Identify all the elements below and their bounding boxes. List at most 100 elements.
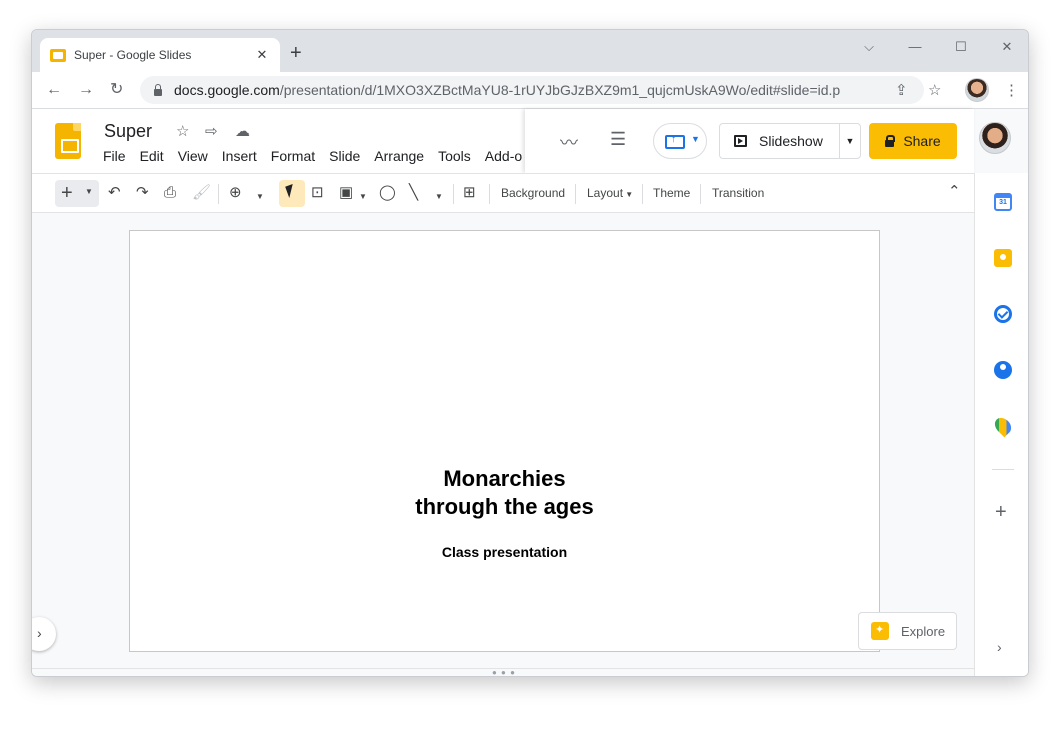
text-box-icon[interactable]: ⊡ [311, 184, 324, 202]
lock-icon [885, 134, 896, 147]
url-path: /presentation/d/1MXO3XZBctMaYU8-1rUYJbGJ… [279, 82, 841, 98]
toolbar-divider [642, 184, 643, 204]
zoom-icon[interactable]: ⊕ [229, 184, 242, 202]
account-avatar[interactable] [979, 122, 1011, 154]
undo-icon[interactable]: ↶ [108, 184, 121, 202]
toolbar-divider [453, 184, 454, 204]
layout-button[interactable]: Layout ▼ [587, 186, 633, 200]
navigation-bar: ← → ↻ docs.google.com/presentation/d/1MX… [32, 72, 1028, 109]
explore-button[interactable]: Explore [858, 612, 957, 650]
address-bar[interactable]: docs.google.com/presentation/d/1MXO3XZBc… [140, 76, 924, 104]
lock-icon[interactable] [154, 83, 162, 96]
expand-panel-chevron-right-icon[interactable]: › [997, 639, 1002, 655]
menu-arrange[interactable]: Arrange [367, 148, 431, 164]
share-page-icon[interactable]: ⇪ [895, 81, 908, 99]
chevron-down-icon: ▼ [691, 134, 700, 144]
browser-tab[interactable]: Super - Google Slides ✕ [40, 38, 280, 72]
paint-format-icon[interactable]: 🖌 [192, 184, 211, 202]
slideshow-button[interactable]: Slideshow [720, 124, 840, 158]
close-tab-icon[interactable]: ✕ [254, 47, 270, 63]
notes-resize-handle[interactable]: ● ● ● [492, 668, 516, 676]
get-addons-plus-icon[interactable]: + [995, 501, 1007, 524]
redo-icon[interactable]: ↷ [136, 184, 149, 202]
line-icon[interactable]: ╲ [409, 184, 418, 202]
menu-addons[interactable]: Add-o [478, 148, 529, 164]
comments-icon[interactable]: ☰ [610, 129, 626, 150]
slides-favicon-icon [50, 48, 66, 62]
present-to-meeting-button[interactable]: ▼ [653, 123, 707, 159]
tab-search-icon[interactable]: ⌵ [851, 38, 887, 56]
menu-slide[interactable]: Slide [322, 148, 367, 164]
play-icon [734, 135, 747, 147]
transition-button[interactable]: Transition [712, 186, 764, 200]
keep-icon[interactable] [994, 249, 1012, 267]
toolbar-divider [575, 184, 576, 204]
editing-toolbar: + ▼ ↶ ↷ ⎙ 🖌 ⊕ ▼ ⊡ ▣ ▼ ◯ ╲ ▼ ⊞ Background… [32, 173, 974, 213]
menu-bar: File Edit View Insert Format Slide Arran… [103, 148, 529, 164]
slide-canvas: Monarchies through the ages Class presen… [32, 213, 974, 676]
menu-view[interactable]: View [171, 148, 215, 164]
chevron-down-icon[interactable]: ▼ [85, 187, 93, 196]
back-arrow-icon[interactable]: ← [46, 81, 62, 99]
maps-icon[interactable] [991, 414, 1015, 438]
star-icon[interactable]: ☆ [176, 122, 189, 140]
minimize-button[interactable]: — [897, 38, 933, 56]
contacts-icon[interactable] [994, 361, 1012, 379]
url-host: docs.google.com [174, 82, 280, 98]
bookmark-star-icon[interactable]: ☆ [928, 81, 941, 99]
menu-tools[interactable]: Tools [431, 148, 478, 164]
close-window-button[interactable]: ✕ [989, 38, 1025, 56]
slide-subtitle[interactable]: Class presentation [130, 544, 879, 560]
new-slide-button[interactable]: + ▼ [55, 180, 99, 207]
menu-format[interactable]: Format [264, 148, 322, 164]
slideshow-options-chevron-icon[interactable]: ▼ [840, 136, 860, 146]
background-button[interactable]: Background [501, 186, 565, 200]
toolbar-divider [489, 184, 490, 204]
plus-icon: + [61, 182, 73, 204]
layout-label: Layout [587, 186, 624, 200]
activity-trend-icon[interactable]: 〰 [560, 129, 578, 155]
line-chevron-down-icon[interactable]: ▼ [435, 188, 443, 206]
forward-arrow-icon[interactable]: → [78, 81, 94, 99]
shape-icon[interactable]: ◯ [379, 184, 396, 202]
image-icon[interactable]: ▣ [339, 184, 353, 202]
cloud-saved-icon[interactable]: ☁ [235, 122, 250, 140]
browser-window: Super - Google Slides ✕ + ⌵ — ☐ ✕ ← → ↻ … [31, 29, 1029, 677]
tasks-icon[interactable] [994, 305, 1012, 323]
zoom-chevron-down-icon[interactable]: ▼ [256, 188, 264, 206]
menu-file[interactable]: File [103, 148, 133, 164]
reload-icon[interactable]: ↻ [110, 81, 123, 99]
slide[interactable]: Monarchies through the ages Class presen… [129, 230, 880, 652]
app-header: Super ☆ ⇨ ☁ File Edit View Insert Format… [32, 109, 974, 173]
document-title[interactable]: Super [104, 121, 152, 142]
menu-insert[interactable]: Insert [215, 148, 264, 164]
share-label: Share [903, 133, 941, 149]
maximize-button[interactable]: ☐ [943, 38, 979, 56]
select-tool-button[interactable] [279, 180, 305, 207]
side-panel-divider [992, 469, 1014, 470]
slideshow-button-group: Slideshow ▼ [719, 123, 861, 159]
tab-title: Super - Google Slides [74, 48, 192, 62]
browser-menu-icon[interactable]: ⋮ [1004, 81, 1019, 99]
profile-avatar[interactable] [965, 78, 989, 102]
calendar-icon[interactable]: 31 [994, 193, 1012, 211]
share-button[interactable]: Share [869, 123, 957, 159]
calendar-day: 31 [999, 199, 1007, 206]
add-comment-icon[interactable]: ⊞ [463, 184, 476, 202]
slides-logo-icon[interactable] [55, 123, 81, 159]
move-folder-icon[interactable]: ⇨ [205, 122, 218, 140]
filmstrip-toggle-button[interactable]: › [32, 617, 56, 651]
print-icon[interactable]: ⎙ [164, 184, 176, 202]
toolbar-divider [218, 184, 219, 204]
chevron-right-icon: › [37, 625, 42, 641]
tab-strip: Super - Google Slides ✕ + ⌵ — ☐ ✕ [32, 30, 1028, 72]
slide-title[interactable]: Monarchies through the ages [130, 465, 879, 521]
menu-edit[interactable]: Edit [133, 148, 171, 164]
theme-button[interactable]: Theme [653, 186, 690, 200]
layout-chevron-down-icon: ▼ [623, 190, 634, 199]
slideshow-label: Slideshow [759, 133, 823, 149]
cursor-arrow-icon [285, 183, 297, 199]
collapse-toolbar-chevron-up-icon[interactable]: ⌃ [948, 183, 961, 201]
new-tab-button[interactable]: + [290, 43, 302, 63]
image-chevron-down-icon[interactable]: ▼ [359, 188, 367, 206]
